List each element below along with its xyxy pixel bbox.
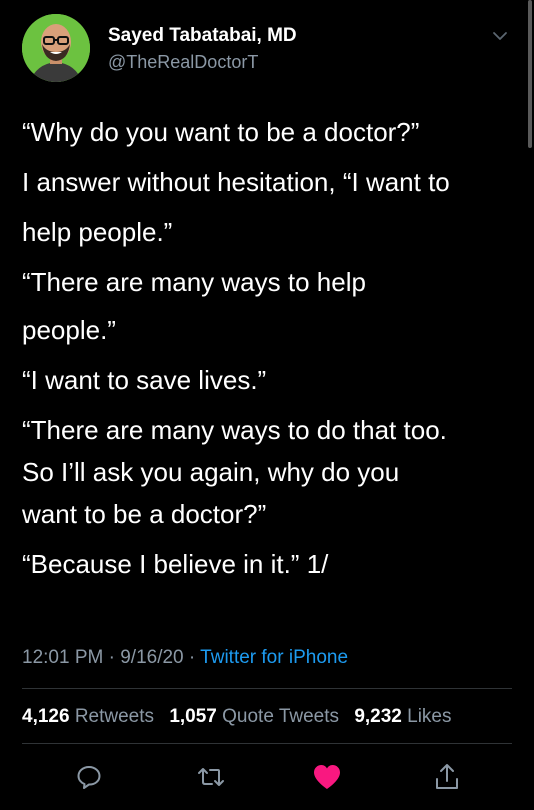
likes-stat[interactable]: 9,232 Likes <box>354 706 451 727</box>
tweet-line: want to be a doctor?” <box>22 499 267 529</box>
tweet-source-link[interactable]: Twitter for iPhone <box>200 647 348 668</box>
retweets-count: 4,126 <box>22 706 70 727</box>
likes-label: Likes <box>407 706 452 727</box>
tweet-line: help people.” <box>22 217 173 247</box>
tweet-line: “I want to save lives.” <box>22 365 267 395</box>
divider <box>22 688 512 689</box>
divider <box>22 743 512 744</box>
share-icon <box>436 764 458 789</box>
tweet-text: “Why do you want to be a doctor?” I answ… <box>22 114 522 582</box>
quote-tweets-stat[interactable]: 1,057 Quote Tweets <box>169 706 339 727</box>
avatar[interactable] <box>22 14 90 82</box>
tweet-meta: 12:01 PM · 9/16/20 · Twitter for iPhone <box>22 647 348 669</box>
share-button[interactable] <box>430 760 464 794</box>
tweet-line: So I’ll ask you again, why do you <box>22 457 400 487</box>
chevron-down-icon[interactable] <box>492 28 508 44</box>
meta-separator: · <box>188 647 196 668</box>
likes-count: 9,232 <box>354 706 402 727</box>
retweet-button[interactable] <box>194 760 228 794</box>
author-handle[interactable]: @TheRealDoctorT <box>108 52 258 73</box>
reply-icon <box>77 766 101 789</box>
tweet-line: I answer without hesitation, “I want to <box>22 167 450 197</box>
scrollbar-thumb[interactable] <box>528 0 532 148</box>
tweet-time[interactable]: 12:01 PM <box>22 647 103 668</box>
meta-separator: · <box>108 647 115 668</box>
tweet-line: people.” <box>22 315 116 345</box>
tweet-header: Sayed Tabatabai, MD @TheRealDoctorT <box>22 14 520 84</box>
heart-icon <box>314 765 340 789</box>
reply-button[interactable] <box>72 760 106 794</box>
retweet-icon <box>198 768 224 786</box>
tweet-line: “Why do you want to be a doctor?” <box>22 117 420 147</box>
like-button[interactable] <box>310 760 344 794</box>
tweet-actions <box>0 760 534 794</box>
tweet-line: “There are many ways to do that too. <box>22 415 447 445</box>
quote-tweets-label: Quote Tweets <box>222 706 340 727</box>
tweet-line: “There are many ways to help <box>22 267 366 297</box>
author-display-name[interactable]: Sayed Tabatabai, MD <box>108 25 297 47</box>
tweet-line: “Because I believe in it.” 1/ <box>22 549 329 579</box>
retweets-stat[interactable]: 4,126 Retweets <box>22 706 154 727</box>
retweets-label: Retweets <box>74 706 155 727</box>
quote-tweets-count: 1,057 <box>169 706 217 727</box>
tweet-stats: 4,126 Retweets 1,057 Quote Tweets 9,232 … <box>22 706 452 728</box>
tweet-date[interactable]: 9/16/20 <box>120 647 183 668</box>
